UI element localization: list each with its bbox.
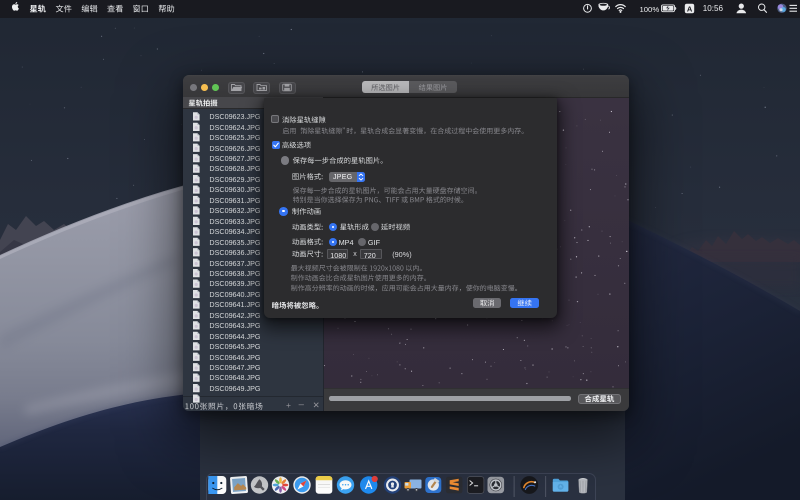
svg-text:A: A <box>687 4 693 13</box>
